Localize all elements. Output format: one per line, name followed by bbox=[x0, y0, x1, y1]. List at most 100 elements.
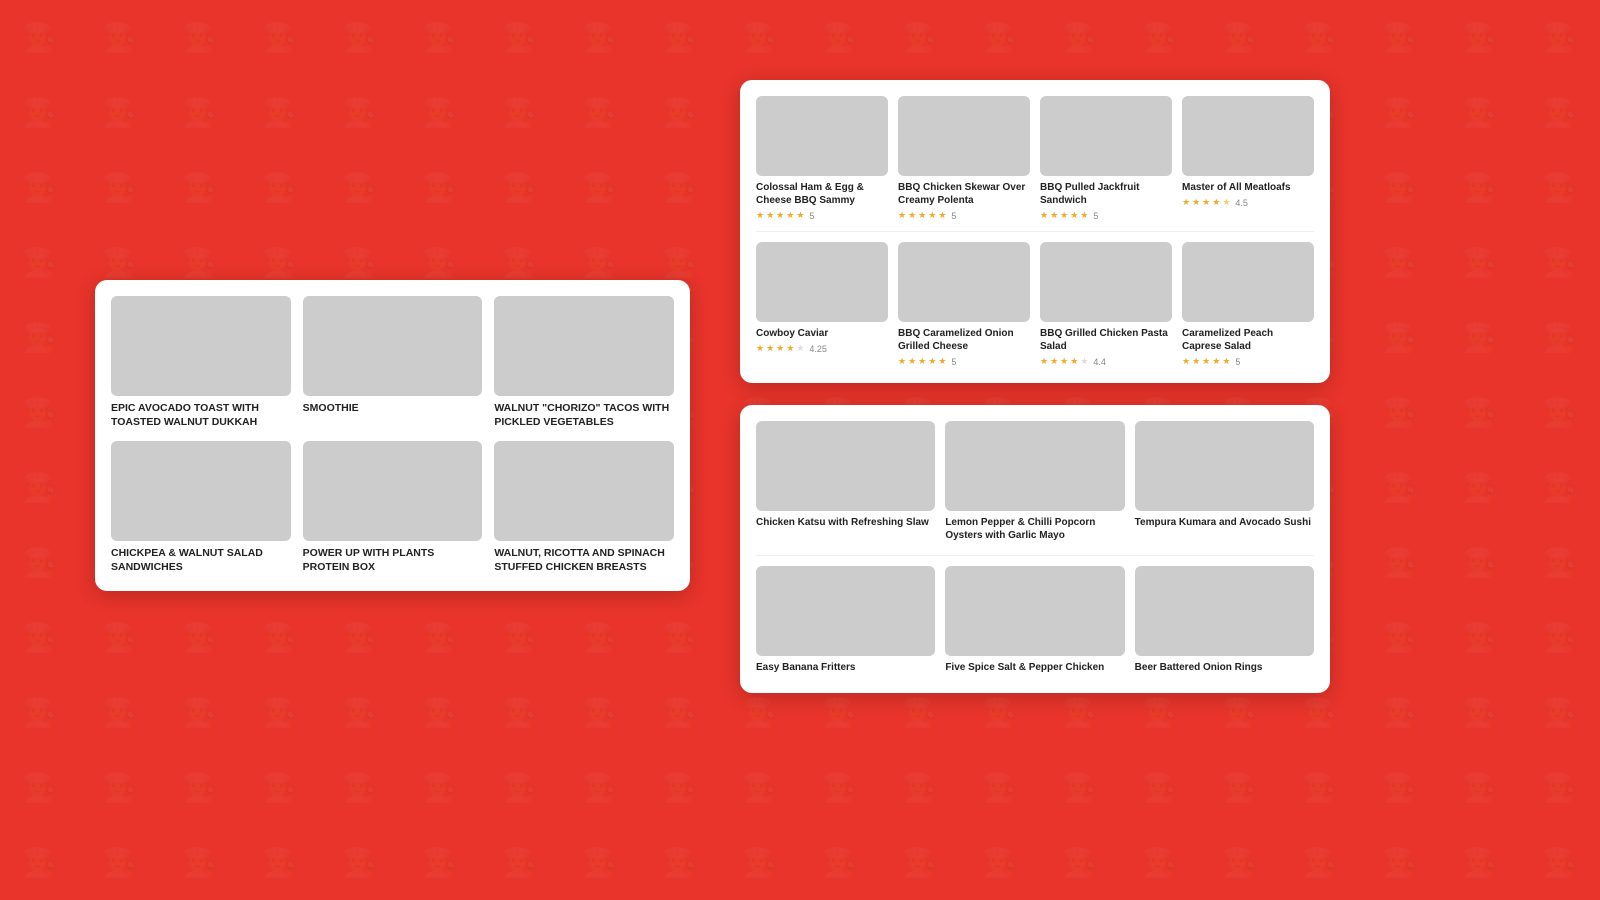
right-top-grid: Colossal Ham & Egg & Cheese BBQ Sammy ★★… bbox=[756, 96, 1314, 367]
star-full: ★ bbox=[1212, 356, 1220, 367]
blog-card-bbq-jackfruit[interactable]: BBQ Pulled Jackfruit Sandwich ★★★★★ 5 bbox=[1040, 96, 1172, 221]
recipe-image-banana-fritters bbox=[756, 566, 935, 656]
recipe-title-onion-rings: Beer Battered Onion Rings bbox=[1135, 661, 1314, 674]
blog-card-five-spice[interactable]: Five Spice Salt & Pepper Chicken bbox=[945, 566, 1124, 677]
blog-card-chicken-katsu[interactable]: Chicken Katsu with Refreshing Slaw bbox=[756, 421, 935, 545]
recipe-title-chicken-katsu: Chicken Katsu with Refreshing Slaw bbox=[756, 516, 935, 529]
recipe-title-tempura-kumara: Tempura Kumara and Avocado Sushi bbox=[1135, 516, 1314, 529]
left-recipe-panel: EPIC AVOCADO TOAST WITH TOASTED WALNUT D… bbox=[95, 280, 690, 591]
left-recipe-card-smoothie[interactable]: SMOOTHIE bbox=[303, 296, 483, 429]
recipe-image-avocado-toast bbox=[111, 296, 291, 396]
recipe-title-caprese: Caramelized Peach Caprese Salad bbox=[1182, 327, 1314, 353]
rating-stars: ★★★★★ 5 bbox=[898, 210, 1030, 221]
recipe-image-onion-rings bbox=[1135, 566, 1314, 656]
recipe-title-chickpea-walnut: CHICKPEA & WALNUT SALAD SANDWICHES bbox=[111, 547, 291, 574]
star-empty: ★ bbox=[1080, 356, 1088, 367]
blog-card-bbq-chicken-skewer[interactable]: BBQ Chicken Skewar Over Creamy Polenta ★… bbox=[898, 96, 1030, 221]
star-full: ★ bbox=[1202, 356, 1210, 367]
star-full: ★ bbox=[1222, 356, 1230, 367]
left-recipe-card-stuffed-chicken[interactable]: WALNUT, RICOTTA AND SPINACH STUFFED CHIC… bbox=[494, 441, 674, 574]
blog-grid-row: Cowboy Caviar ★★★★★ 4.25 BBQ Caramelized… bbox=[756, 242, 1314, 367]
rating-number: 5 bbox=[951, 357, 956, 367]
star-full: ★ bbox=[796, 210, 804, 221]
recipe-title-meatloaf: Master of All Meatloafs bbox=[1182, 181, 1314, 194]
recipe-title-avocado-toast: EPIC AVOCADO TOAST WITH TOASTED WALNUT D… bbox=[111, 402, 291, 429]
rating-stars: ★★★★★ 5 bbox=[1182, 356, 1314, 367]
star-full: ★ bbox=[928, 210, 936, 221]
star-full: ★ bbox=[786, 210, 794, 221]
recipe-image-stuffed-chicken bbox=[494, 441, 674, 541]
star-full: ★ bbox=[756, 343, 764, 354]
star-full: ★ bbox=[1192, 197, 1200, 208]
blog-grid-row: Colossal Ham & Egg & Cheese BBQ Sammy ★★… bbox=[756, 96, 1314, 221]
recipe-image-five-spice bbox=[945, 566, 1124, 656]
recipe-title-power-up: POWER UP WITH PLANTS PROTEIN BOX bbox=[303, 547, 483, 574]
rating-stars: ★★★★★ 4.5 bbox=[1182, 197, 1314, 208]
star-full: ★ bbox=[938, 210, 946, 221]
grid-divider-2 bbox=[756, 555, 1314, 556]
left-recipe-card-chickpea-walnut[interactable]: CHICKPEA & WALNUT SALAD SANDWICHES bbox=[111, 441, 291, 574]
star-full: ★ bbox=[938, 356, 946, 367]
rating-number: 4.25 bbox=[809, 344, 827, 354]
blog-card-banana-fritters[interactable]: Easy Banana Fritters bbox=[756, 566, 935, 677]
star-full: ★ bbox=[1040, 356, 1048, 367]
recipe-image-smoothie bbox=[303, 296, 483, 396]
recipe-image-caprese bbox=[1182, 242, 1314, 322]
recipe-image-bbq-jackfruit bbox=[1040, 96, 1172, 176]
star-full: ★ bbox=[776, 210, 784, 221]
recipe-title-smoothie: SMOOTHIE bbox=[303, 402, 483, 416]
left-recipe-grid: EPIC AVOCADO TOAST WITH TOASTED WALNUT D… bbox=[111, 296, 674, 575]
star-full: ★ bbox=[908, 356, 916, 367]
recipe-title-lemon-popcorn: Lemon Pepper & Chilli Popcorn Oysters wi… bbox=[945, 516, 1124, 542]
star-full: ★ bbox=[1182, 197, 1190, 208]
rating-stars: ★★★★★ 5 bbox=[898, 356, 1030, 367]
blog-grid-row-3: Easy Banana Fritters Five Spice Salt & P… bbox=[756, 566, 1314, 677]
star-full: ★ bbox=[1192, 356, 1200, 367]
recipe-title-stuffed-chicken: WALNUT, RICOTTA AND SPINACH STUFFED CHIC… bbox=[494, 547, 674, 574]
star-full: ★ bbox=[1070, 210, 1078, 221]
right-bottom-grid: Chicken Katsu with Refreshing Slaw Lemon… bbox=[756, 421, 1314, 677]
star-half: ★ bbox=[1222, 197, 1230, 208]
rating-number: 4.5 bbox=[1235, 198, 1248, 208]
star-full: ★ bbox=[776, 343, 784, 354]
recipe-title-banana-fritters: Easy Banana Fritters bbox=[756, 661, 935, 674]
recipe-image-walnut-tacos bbox=[494, 296, 674, 396]
recipe-title-cowboy-caviar: Cowboy Caviar bbox=[756, 327, 888, 340]
left-recipe-card-walnut-tacos[interactable]: WALNUT "CHORIZO" TACOS WITH PICKLED VEGE… bbox=[494, 296, 674, 429]
star-full: ★ bbox=[918, 356, 926, 367]
blog-card-bbq-caramelized[interactable]: BBQ Caramelized Onion Grilled Cheese ★★★… bbox=[898, 242, 1030, 367]
star-full: ★ bbox=[1212, 197, 1220, 208]
left-recipe-card-avocado-toast[interactable]: EPIC AVOCADO TOAST WITH TOASTED WALNUT D… bbox=[111, 296, 291, 429]
star-full: ★ bbox=[1080, 210, 1088, 221]
blog-card-caprese[interactable]: Caramelized Peach Caprese Salad ★★★★★ 5 bbox=[1182, 242, 1314, 367]
rating-stars: ★★★★★ 4.4 bbox=[1040, 356, 1172, 367]
recipe-image-power-up bbox=[303, 441, 483, 541]
blog-card-cowboy-caviar[interactable]: Cowboy Caviar ★★★★★ 4.25 bbox=[756, 242, 888, 367]
recipe-image-bbq-caramelized bbox=[898, 242, 1030, 322]
blog-card-lemon-popcorn[interactable]: Lemon Pepper & Chilli Popcorn Oysters wi… bbox=[945, 421, 1124, 545]
star-full: ★ bbox=[1202, 197, 1210, 208]
rating-number: 5 bbox=[951, 211, 956, 221]
recipe-title-bbq-grilled-pasta: BBQ Grilled Chicken Pasta Salad bbox=[1040, 327, 1172, 353]
rating-number: 5 bbox=[1093, 211, 1098, 221]
recipe-title-walnut-tacos: WALNUT "CHORIZO" TACOS WITH PICKLED VEGE… bbox=[494, 402, 674, 429]
blog-card-ham-egg[interactable]: Colossal Ham & Egg & Cheese BBQ Sammy ★★… bbox=[756, 96, 888, 221]
recipe-image-ham-egg bbox=[756, 96, 888, 176]
blog-card-meatloaf[interactable]: Master of All Meatloafs ★★★★★ 4.5 bbox=[1182, 96, 1314, 221]
blog-card-onion-rings[interactable]: Beer Battered Onion Rings bbox=[1135, 566, 1314, 677]
recipe-title-bbq-caramelized: BBQ Caramelized Onion Grilled Cheese bbox=[898, 327, 1030, 353]
recipe-image-meatloaf bbox=[1182, 96, 1314, 176]
recipe-image-chicken-katsu bbox=[756, 421, 935, 511]
star-full: ★ bbox=[786, 343, 794, 354]
star-full: ★ bbox=[1060, 210, 1068, 221]
star-full: ★ bbox=[1070, 356, 1078, 367]
star-full: ★ bbox=[898, 210, 906, 221]
rating-number: 4.4 bbox=[1093, 357, 1106, 367]
star-full: ★ bbox=[756, 210, 764, 221]
recipe-image-chickpea-walnut bbox=[111, 441, 291, 541]
blog-card-bbq-grilled-pasta[interactable]: BBQ Grilled Chicken Pasta Salad ★★★★★ 4.… bbox=[1040, 242, 1172, 367]
star-full: ★ bbox=[766, 210, 774, 221]
blog-card-tempura-kumara[interactable]: Tempura Kumara and Avocado Sushi bbox=[1135, 421, 1314, 545]
left-recipe-card-power-up[interactable]: POWER UP WITH PLANTS PROTEIN BOX bbox=[303, 441, 483, 574]
star-full: ★ bbox=[928, 356, 936, 367]
